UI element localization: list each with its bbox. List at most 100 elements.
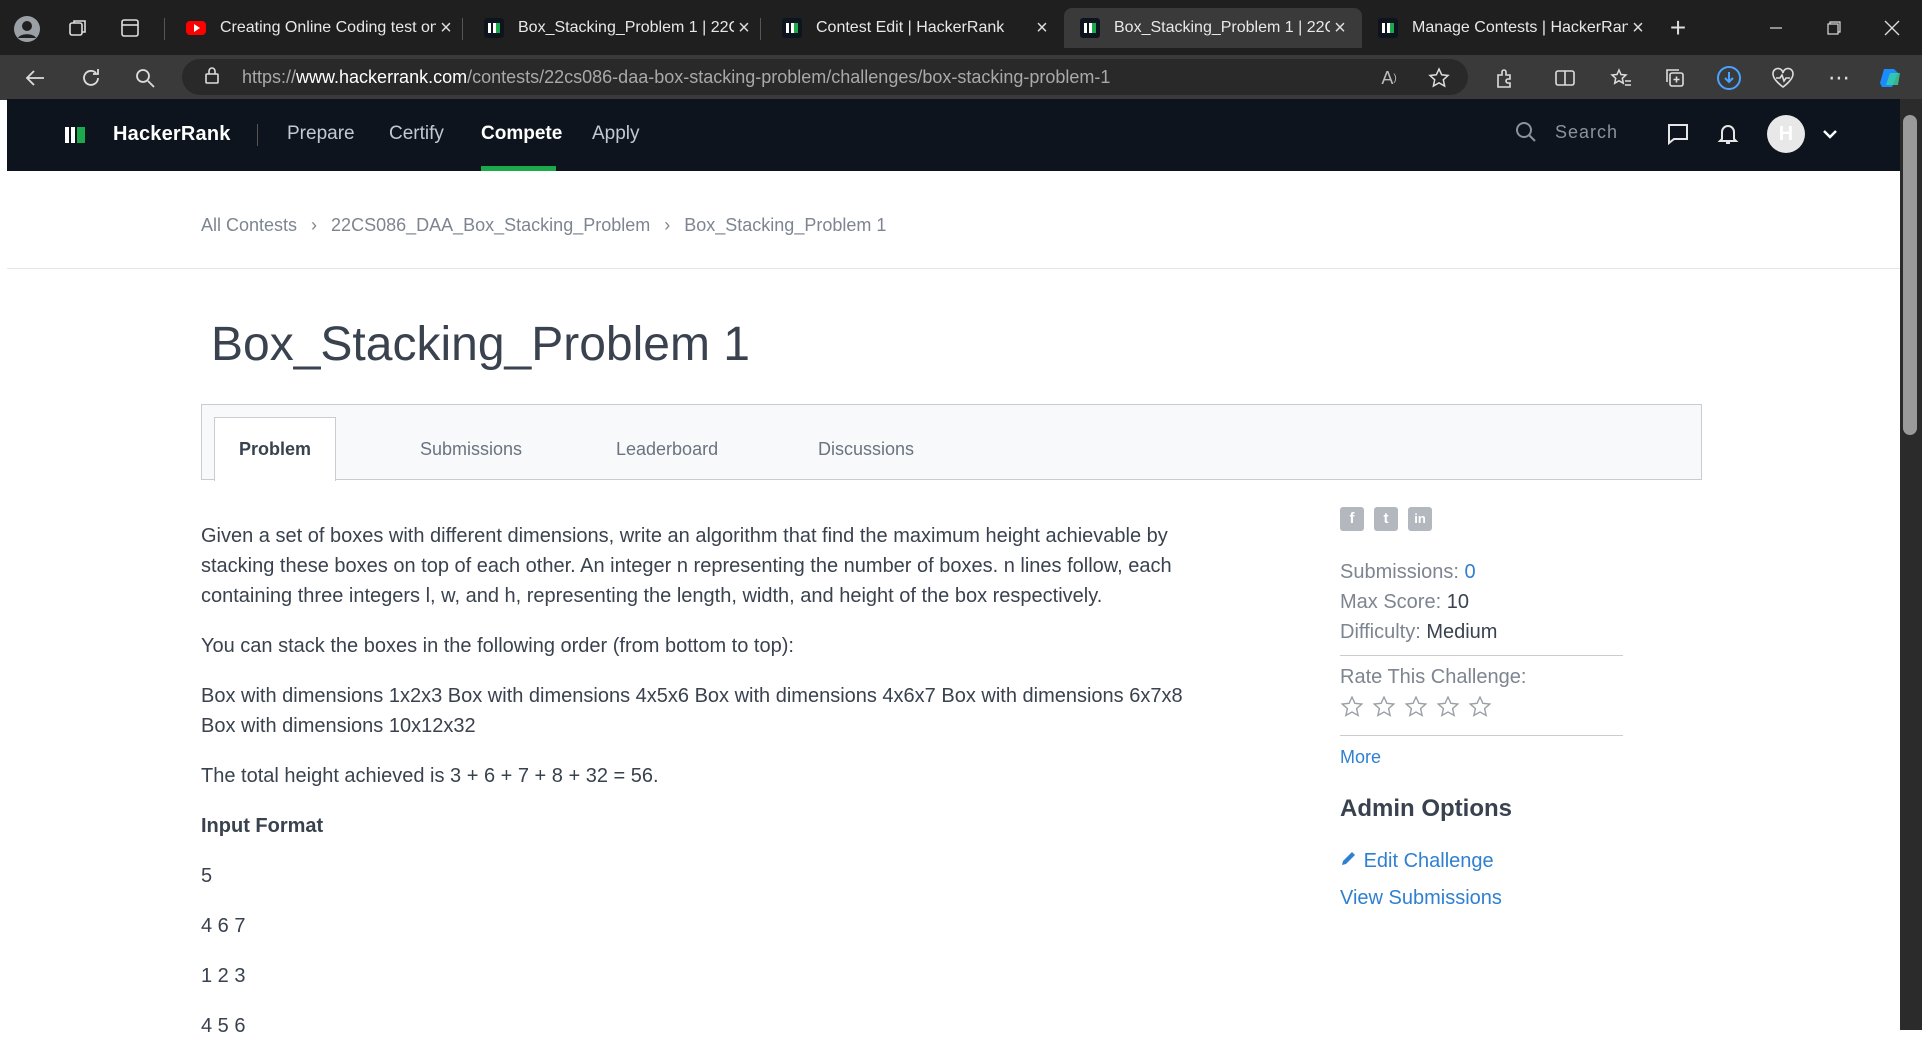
tab-discussions[interactable]: Discussions [818,417,914,481]
hackerrank-logo-icon [65,125,91,145]
browser-tab-title: Box_Stacking_Problem 1 | 22CS086 [518,19,734,36]
avatar[interactable]: H [1767,115,1805,153]
input-line: 5 [201,865,213,887]
split-screen-icon[interactable] [1550,63,1580,93]
star-icon[interactable] [1436,695,1460,725]
tab-leaderboard[interactable]: Leaderboard [616,417,718,481]
browser-tab-2[interactable]: Contest Edit | HackerRank × [766,8,1064,48]
star-icon[interactable] [1340,695,1364,725]
messages-icon[interactable] [1663,119,1693,149]
favorite-star-icon[interactable] [1424,63,1454,93]
read-aloud-icon[interactable]: A) [1374,63,1404,93]
search-icon [1516,122,1536,142]
rate-label: Rate This Challenge: [1340,666,1527,688]
edit-challenge-link[interactable]: Edit Challenge [1364,850,1494,872]
url-prefix: https:// [242,66,297,87]
close-tab-icon[interactable]: × [436,17,456,40]
downloads-icon[interactable] [1714,63,1744,93]
search-placeholder: Search [1555,121,1619,142]
restore-icon[interactable] [1820,14,1848,42]
input-format-heading: Input Format [201,815,324,837]
browser-tab-3[interactable]: Box_Stacking_Problem 1 | 22CS086 × [1064,8,1362,48]
problem-paragraph: Given a set of boxes with different dime… [201,525,1172,607]
url-path: /contests/22cs086-daa-box-stacking-probl… [467,66,1111,87]
problem-paragraph: Box with dimensions 1x2x3 Box with dimen… [201,685,1183,737]
browser-tab-title: Manage Contests | HackerRank [1412,19,1628,36]
stat-value: Medium [1426,621,1498,643]
twitter-icon[interactable]: t [1374,507,1398,531]
close-tab-icon[interactable]: × [1330,17,1350,40]
scrollbar-thumb[interactable] [1903,115,1917,435]
youtube-icon [186,18,206,38]
hackerrank-icon [484,18,504,38]
view-submissions-link[interactable]: View Submissions [1340,887,1502,909]
collections-icon[interactable] [1660,63,1690,93]
tab-actions-icon[interactable] [116,14,144,42]
nav-prepare[interactable]: Prepare [287,123,355,145]
browser-toolbar: https://www.hackerrank.com/contests/22cs… [0,55,1922,100]
breadcrumb-contest[interactable]: 22CS086_DAA_Box_Stacking_Problem [331,215,650,236]
extensions-icon[interactable] [1490,63,1520,93]
nav-apply[interactable]: Apply [592,123,640,145]
divider [7,268,1900,269]
close-tab-icon[interactable]: × [734,17,754,40]
star-icon[interactable] [1372,695,1396,725]
profile-icon[interactable] [12,14,42,44]
nav-compete[interactable]: Compete [481,123,562,145]
copilot-icon[interactable] [1876,63,1906,93]
browser-tab-0[interactable]: Creating Online Coding test on H × [170,8,468,48]
search-icon[interactable] [130,63,160,93]
stat-label: Max Score: [1340,591,1442,613]
breadcrumb: All Contests › 22CS086_DAA_Box_Stacking_… [201,215,886,236]
browser-tab-4[interactable]: Manage Contests | HackerRank × [1362,8,1660,48]
problem-paragraph: You can stack the boxes in the following… [201,635,794,657]
problem-paragraph: The total height achieved is 3 + 6 + 7 +… [201,765,659,787]
star-icon[interactable] [1404,695,1428,725]
star-icon[interactable] [1468,695,1492,725]
linkedin-icon[interactable]: in [1408,507,1432,531]
breadcrumb-challenge[interactable]: Box_Stacking_Problem 1 [684,215,886,236]
chevron-right-icon: › [311,215,318,235]
tab-submissions[interactable]: Submissions [420,417,522,481]
stat-submissions: Submissions: 0 [1340,557,1630,587]
more-options-icon[interactable]: ⋯ [1824,63,1854,93]
browser-tab-1[interactable]: Box_Stacking_Problem 1 | 22CS086 × [468,8,766,48]
tab-problem[interactable]: Problem [214,417,337,481]
back-icon[interactable] [20,63,50,93]
rating-stars[interactable] [1340,695,1630,725]
challenge-sidebar: f t in Submissions: 0 Max Score: 10 Diffic… [1340,506,1630,910]
hackerrank-logo[interactable]: HackerRank [65,123,231,146]
chevron-down-icon[interactable] [1817,121,1843,147]
close-window-icon[interactable] [1878,14,1906,42]
edit-challenge-row[interactable]: Edit Challenge [1340,849,1630,873]
divider [1340,655,1623,656]
facebook-icon[interactable]: f [1340,507,1364,531]
address-bar[interactable]: https://www.hackerrank.com/contests/22cs… [182,59,1468,95]
browser-tab-title: Contest Edit | HackerRank [816,19,1005,36]
page-title: Box_Stacking_Problem 1 [211,318,750,371]
header-divider [257,124,258,146]
workspaces-icon[interactable] [64,14,92,42]
browser-tab-title: Box_Stacking_Problem 1 | 22CS086 [1114,19,1330,36]
more-link[interactable]: More [1340,747,1381,767]
page-content: All Contests › 22CS086_DAA_Box_Stacking_… [7,171,1900,1037]
lock-icon[interactable] [204,66,220,89]
favorites-icon[interactable] [1606,63,1636,93]
stat-max-score: Max Score: 10 [1340,587,1630,617]
close-tab-icon[interactable]: × [1628,17,1648,40]
breadcrumb-all-contests[interactable]: All Contests [201,215,297,236]
search-box[interactable]: Search [1515,121,1618,143]
nav-certify[interactable]: Certify [389,123,444,145]
stat-difficulty: Difficulty: Medium [1340,617,1630,647]
minimize-icon[interactable] [1762,14,1790,42]
problem-statement: Given a set of boxes with different dime… [201,521,1211,1061]
browser-essentials-icon[interactable] [1768,63,1798,93]
stat-label: Submissions: [1340,561,1459,583]
notifications-icon[interactable] [1713,119,1743,149]
new-tab-icon[interactable]: + [1664,12,1692,43]
hackerrank-header: HackerRank Prepare Certify Compete Apply… [7,99,1900,171]
submissions-count-link[interactable]: 0 [1465,561,1476,583]
close-tab-icon[interactable]: × [1032,17,1052,40]
admin-options-heading: Admin Options [1340,795,1512,822]
refresh-icon[interactable] [76,63,106,93]
